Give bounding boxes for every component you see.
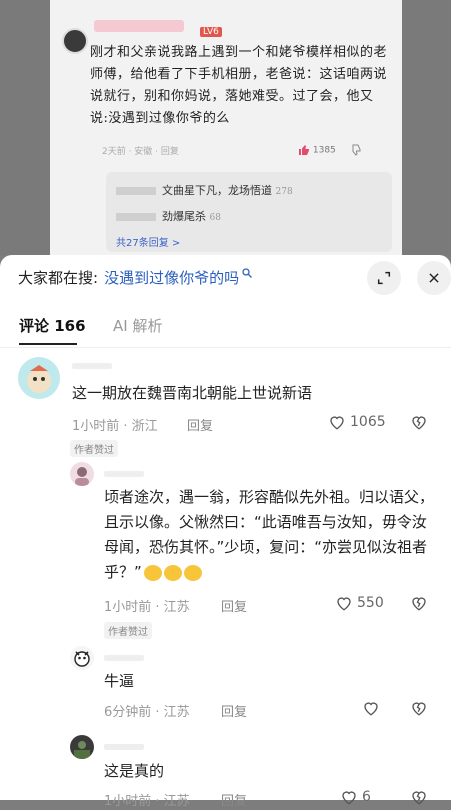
close-button[interactable] [417,261,451,295]
expand-icon [377,271,391,285]
reply-button[interactable]: 回复 [221,701,247,720]
search-icon [242,268,253,278]
tab-comments[interactable]: 评论 166 [19,315,86,336]
heart-icon [342,791,356,805]
avatar[interactable] [70,646,94,670]
reply-button[interactable]: 回复 [221,596,247,615]
post-likes: 1385 [298,144,361,156]
tab-bar: 评论 166 AI 解析 [0,313,451,348]
sub-reply: 劲爆尾杀 68 [116,208,382,224]
emoji-icon [163,564,182,581]
comment-text: 这是真的 [104,762,165,780]
expand-button[interactable] [367,261,401,295]
comment-text: 顷者途次，遇一翁，形容酷似先外祖。归以语父，且示以像。父愀然曰：“此语唯吾与汝知… [104,488,435,581]
sub-replies-box: 文曲星下凡，龙场悟道 278 劲爆尾杀 68 共27条回复 > [106,172,392,252]
heart-icon [337,597,351,611]
heart-icon [364,702,378,716]
comment-text: 这一期放在魏晋南北朝能上世说新语 [72,384,313,402]
post-meta: 2天前 · 安徽 · 回复 [102,147,179,157]
like-button[interactable] [362,699,380,717]
post-text: 刚才和父亲说我路上遇到一个和姥爷模样相似的老师傅，给他看了下手机相册，老爸说：这… [90,45,388,126]
character-avatar-icon [74,651,90,667]
broken-heart-icon [412,791,426,805]
level-badge: LV6 [200,27,222,37]
username-blurred [104,471,144,477]
author-liked-tag: 作者赞过 [104,622,152,639]
poster-avatar [62,28,88,54]
avatar[interactable] [18,357,60,399]
comment-time: 1小时前 · 浙江 [72,419,158,434]
username-blurred [72,363,112,369]
dislike-button[interactable] [410,788,428,810]
cartoon-avatar-icon [27,365,51,393]
like-button[interactable]: 550 [335,594,384,612]
broken-heart-icon [412,597,426,611]
comment-text: 牛逼 [104,672,135,690]
username-blurred [104,655,144,661]
close-icon [429,273,439,283]
heart-icon [330,416,344,430]
comment-sheet: 大家都在搜: 没遇到过像你爷的吗 评论 166 AI 解析 这一期放在魏晋南北朝… [0,255,451,809]
thumb-up-icon [299,145,309,155]
sub-reply: 文曲星下凡，龙场悟道 278 [116,182,382,198]
person-avatar-icon [75,467,89,486]
comment-time: 6分钟前 · 江苏 [104,705,190,720]
comment-time: 1小时前 · 江苏 [104,600,190,615]
poster-name-blurred [94,20,184,32]
reply-button[interactable]: 回复 [187,415,213,434]
author-liked-tag: 作者赞过 [70,440,118,457]
post-card: LV6 刚才和父亲说我路上遇到一个和姥爷模样相似的老师傅，给他看了下手机相册，老… [50,0,402,255]
username-blurred [104,744,144,750]
search-label: 大家都在搜: [18,268,99,287]
like-button[interactable]: 1065 [328,413,386,431]
like-button[interactable]: 6 [340,788,371,806]
search-query-link[interactable]: 没遇到过像你爷的吗 [104,267,239,288]
tab-ai-analysis[interactable]: AI 解析 [113,315,162,336]
dislike-button[interactable] [410,413,428,435]
more-replies-link: 共27条回复 > [116,238,181,249]
dislike-button[interactable] [410,594,428,616]
thumb-down-icon [352,144,361,156]
avatar[interactable] [70,735,94,759]
broken-heart-icon [412,416,426,430]
avatar[interactable] [70,462,94,486]
photo-avatar-icon [74,741,90,759]
dislike-button[interactable] [410,699,428,721]
emoji-icon [143,564,162,581]
broken-heart-icon [412,702,426,716]
emoji-icon [183,564,202,581]
active-tab-indicator [19,343,77,345]
